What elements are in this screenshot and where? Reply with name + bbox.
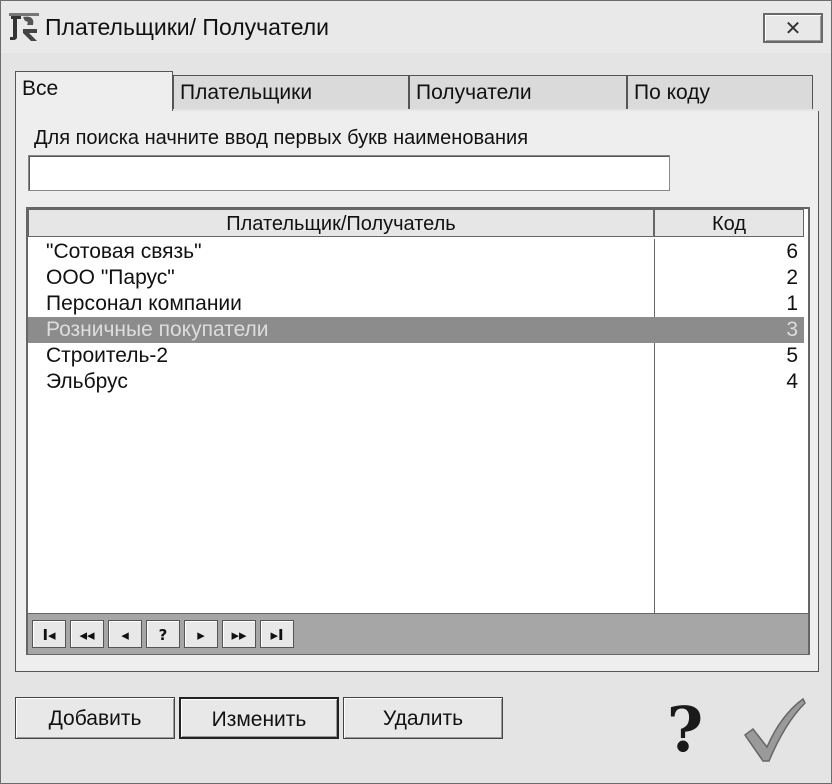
row-name: Строитель-2: [46, 344, 169, 367]
delete-button[interactable]: Удалить: [343, 697, 503, 739]
row-code: 5: [786, 344, 798, 367]
nav-last-button[interactable]: ▸I: [260, 620, 294, 648]
search-input[interactable]: [28, 155, 670, 191]
record-navigator: I◂ ◂◂ ◂ ? ▸ ▸▸ ▸I: [28, 613, 808, 654]
tab-by-code[interactable]: По коду: [627, 75, 813, 109]
row-code: 6: [786, 240, 798, 263]
row-name: Розничные покупатели: [46, 318, 269, 341]
edit-button[interactable]: Изменить: [179, 697, 339, 739]
dialog-window: Плательщики/ Получатели ✕ Все Плательщик…: [0, 0, 832, 784]
row-name: "Сотовая связь": [46, 240, 202, 263]
title-bar: Плательщики/ Получатели ✕: [1, 1, 831, 53]
tab-bar: Все Плательщики Получатели По коду: [15, 71, 815, 113]
row-code: 1: [786, 292, 798, 315]
payers-grid: Плательщик/Получатель Код "Сотовая связь…: [26, 207, 810, 655]
tab-receivers[interactable]: Получатели: [409, 75, 627, 109]
row-code: 2: [786, 266, 798, 289]
table-row[interactable]: "Сотовая связь" 6: [28, 239, 804, 265]
window-title: Плательщики/ Получатели: [45, 14, 329, 40]
nav-search-button[interactable]: ?: [146, 620, 180, 648]
row-name: ООО "Парус": [46, 266, 175, 289]
close-button[interactable]: ✕: [763, 13, 823, 43]
tab-panel: Для поиска начните ввод первых букв наим…: [15, 111, 819, 672]
app-icon: [9, 13, 39, 41]
grid-header: Плательщик/Получатель Код: [28, 209, 808, 239]
nav-next-button[interactable]: ▸: [184, 620, 218, 648]
table-row[interactable]: Эльбрус 4: [28, 369, 804, 395]
row-code: 4: [786, 370, 798, 393]
nav-first-button[interactable]: I◂: [32, 620, 66, 648]
add-button[interactable]: Добавить: [15, 697, 175, 739]
column-header-name[interactable]: Плательщик/Получатель: [28, 209, 654, 237]
nav-next-page-button[interactable]: ▸▸: [222, 620, 256, 648]
row-name: Персонал компании: [46, 292, 242, 315]
row-code: 3: [786, 318, 798, 341]
table-row[interactable]: ООО "Парус" 2: [28, 265, 804, 291]
table-row[interactable]: Персонал компании 1: [28, 291, 804, 317]
column-header-code[interactable]: Код: [654, 209, 804, 237]
search-label: Для поиска начните ввод первых букв наим…: [34, 127, 529, 149]
nav-prior-button[interactable]: ◂: [108, 620, 142, 648]
row-name: Эльбрус: [46, 370, 128, 393]
tab-payers[interactable]: Плательщики: [173, 75, 409, 109]
checkmark-icon[interactable]: [741, 695, 807, 765]
help-icon[interactable]: ?: [657, 695, 713, 765]
table-row-selected[interactable]: Розничные покупатели 3: [28, 317, 804, 343]
tab-all[interactable]: Все: [15, 71, 173, 113]
nav-prior-page-button[interactable]: ◂◂: [70, 620, 104, 648]
table-row[interactable]: Строитель-2 5: [28, 343, 804, 369]
